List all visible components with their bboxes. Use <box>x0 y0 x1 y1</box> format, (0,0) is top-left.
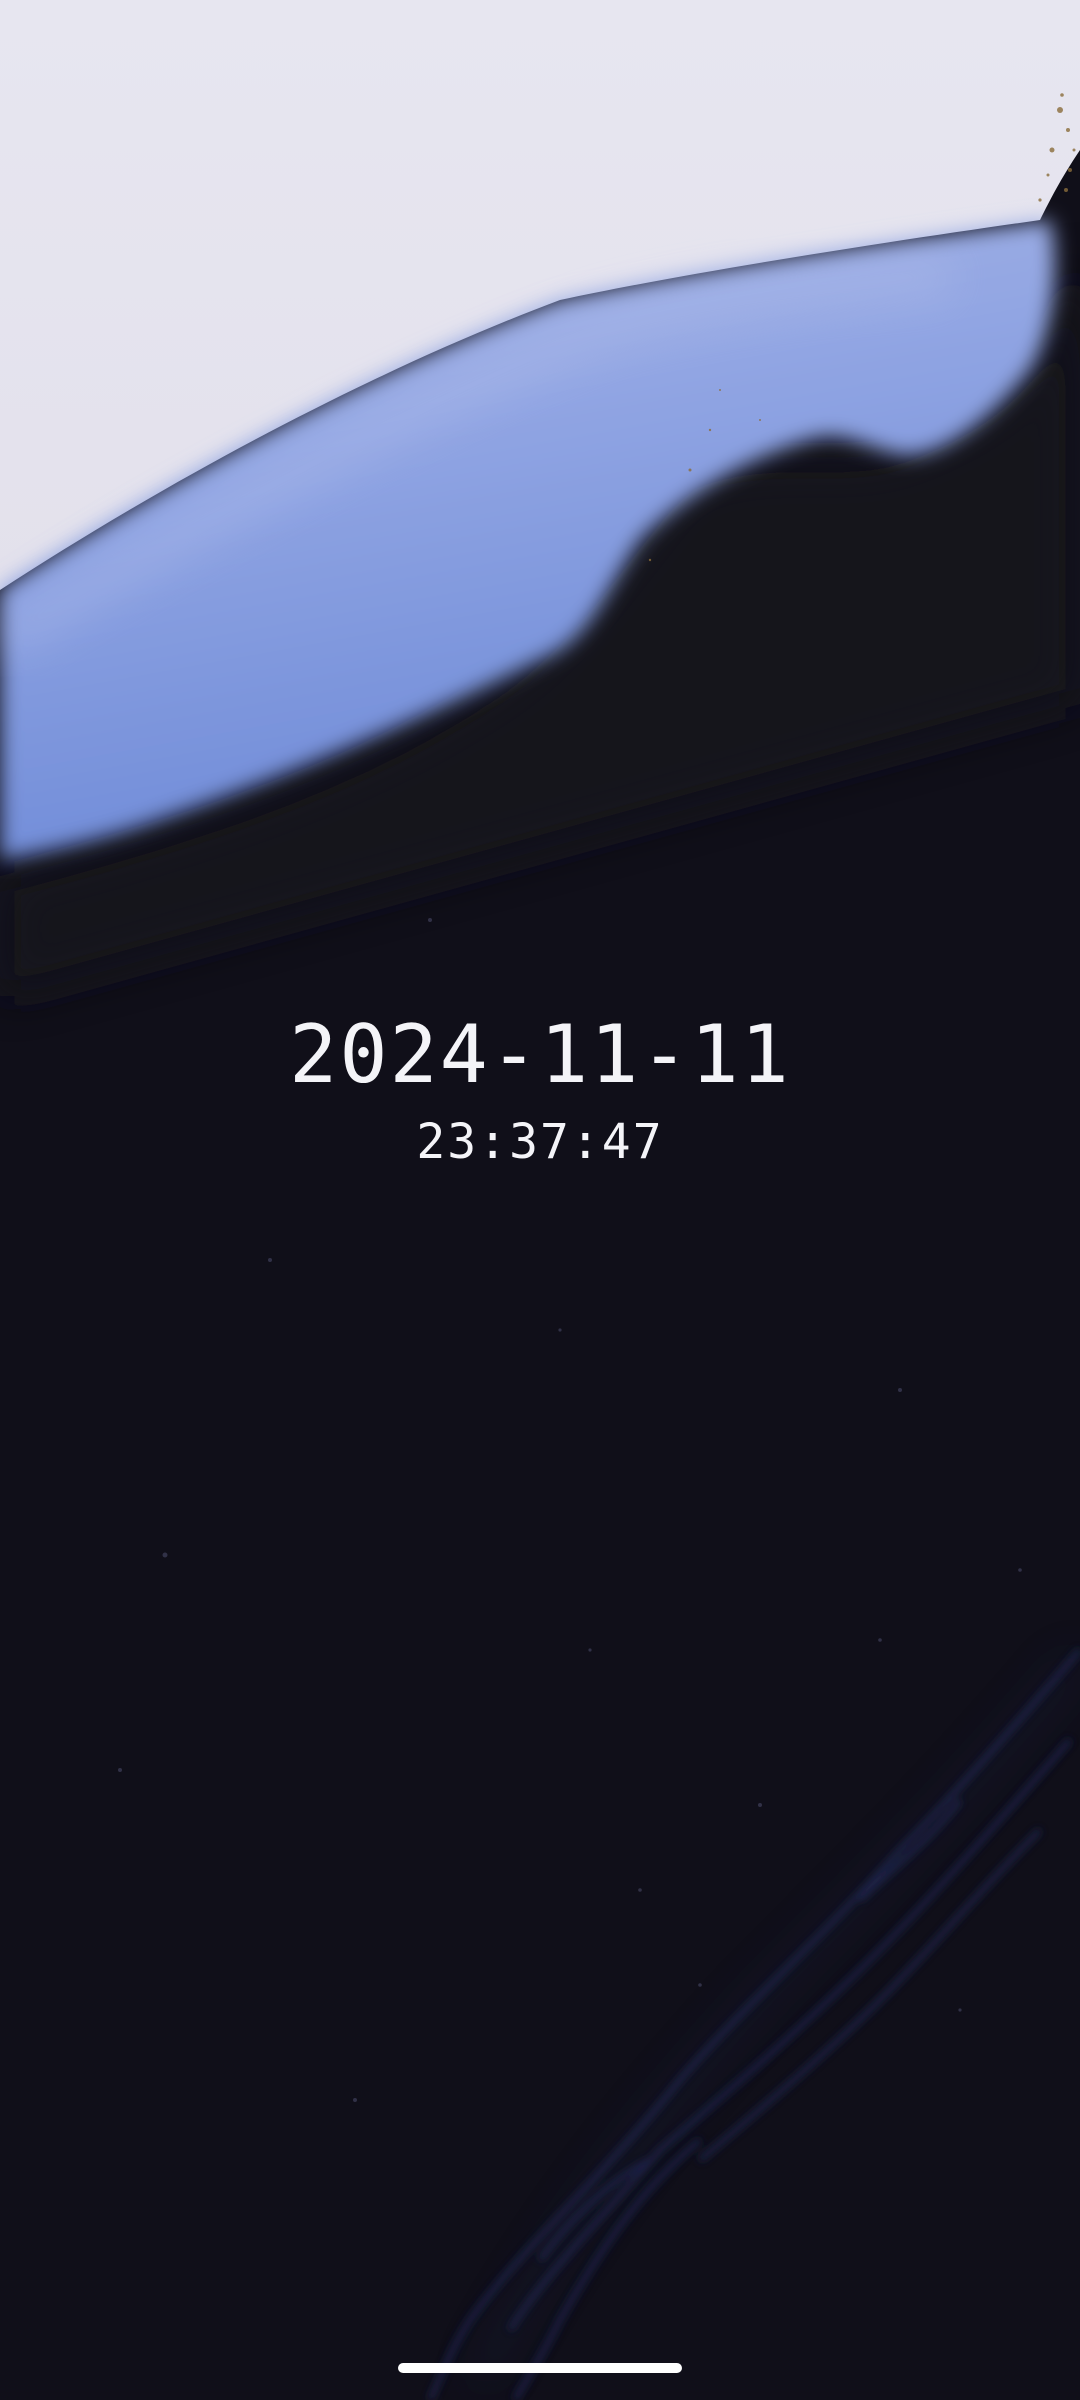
clock-widget: 2024-11-11 23:37:47 <box>0 1000 1080 1174</box>
home-indicator[interactable] <box>398 2363 682 2373</box>
clock-time: 23:37:47 <box>416 1114 664 1170</box>
clock-date: 2024-11-11 <box>289 1008 791 1101</box>
abstract-ink-wallpaper <box>0 0 1080 2400</box>
lock-screen: 2024-11-11 23:37:47 <box>0 0 1080 2400</box>
